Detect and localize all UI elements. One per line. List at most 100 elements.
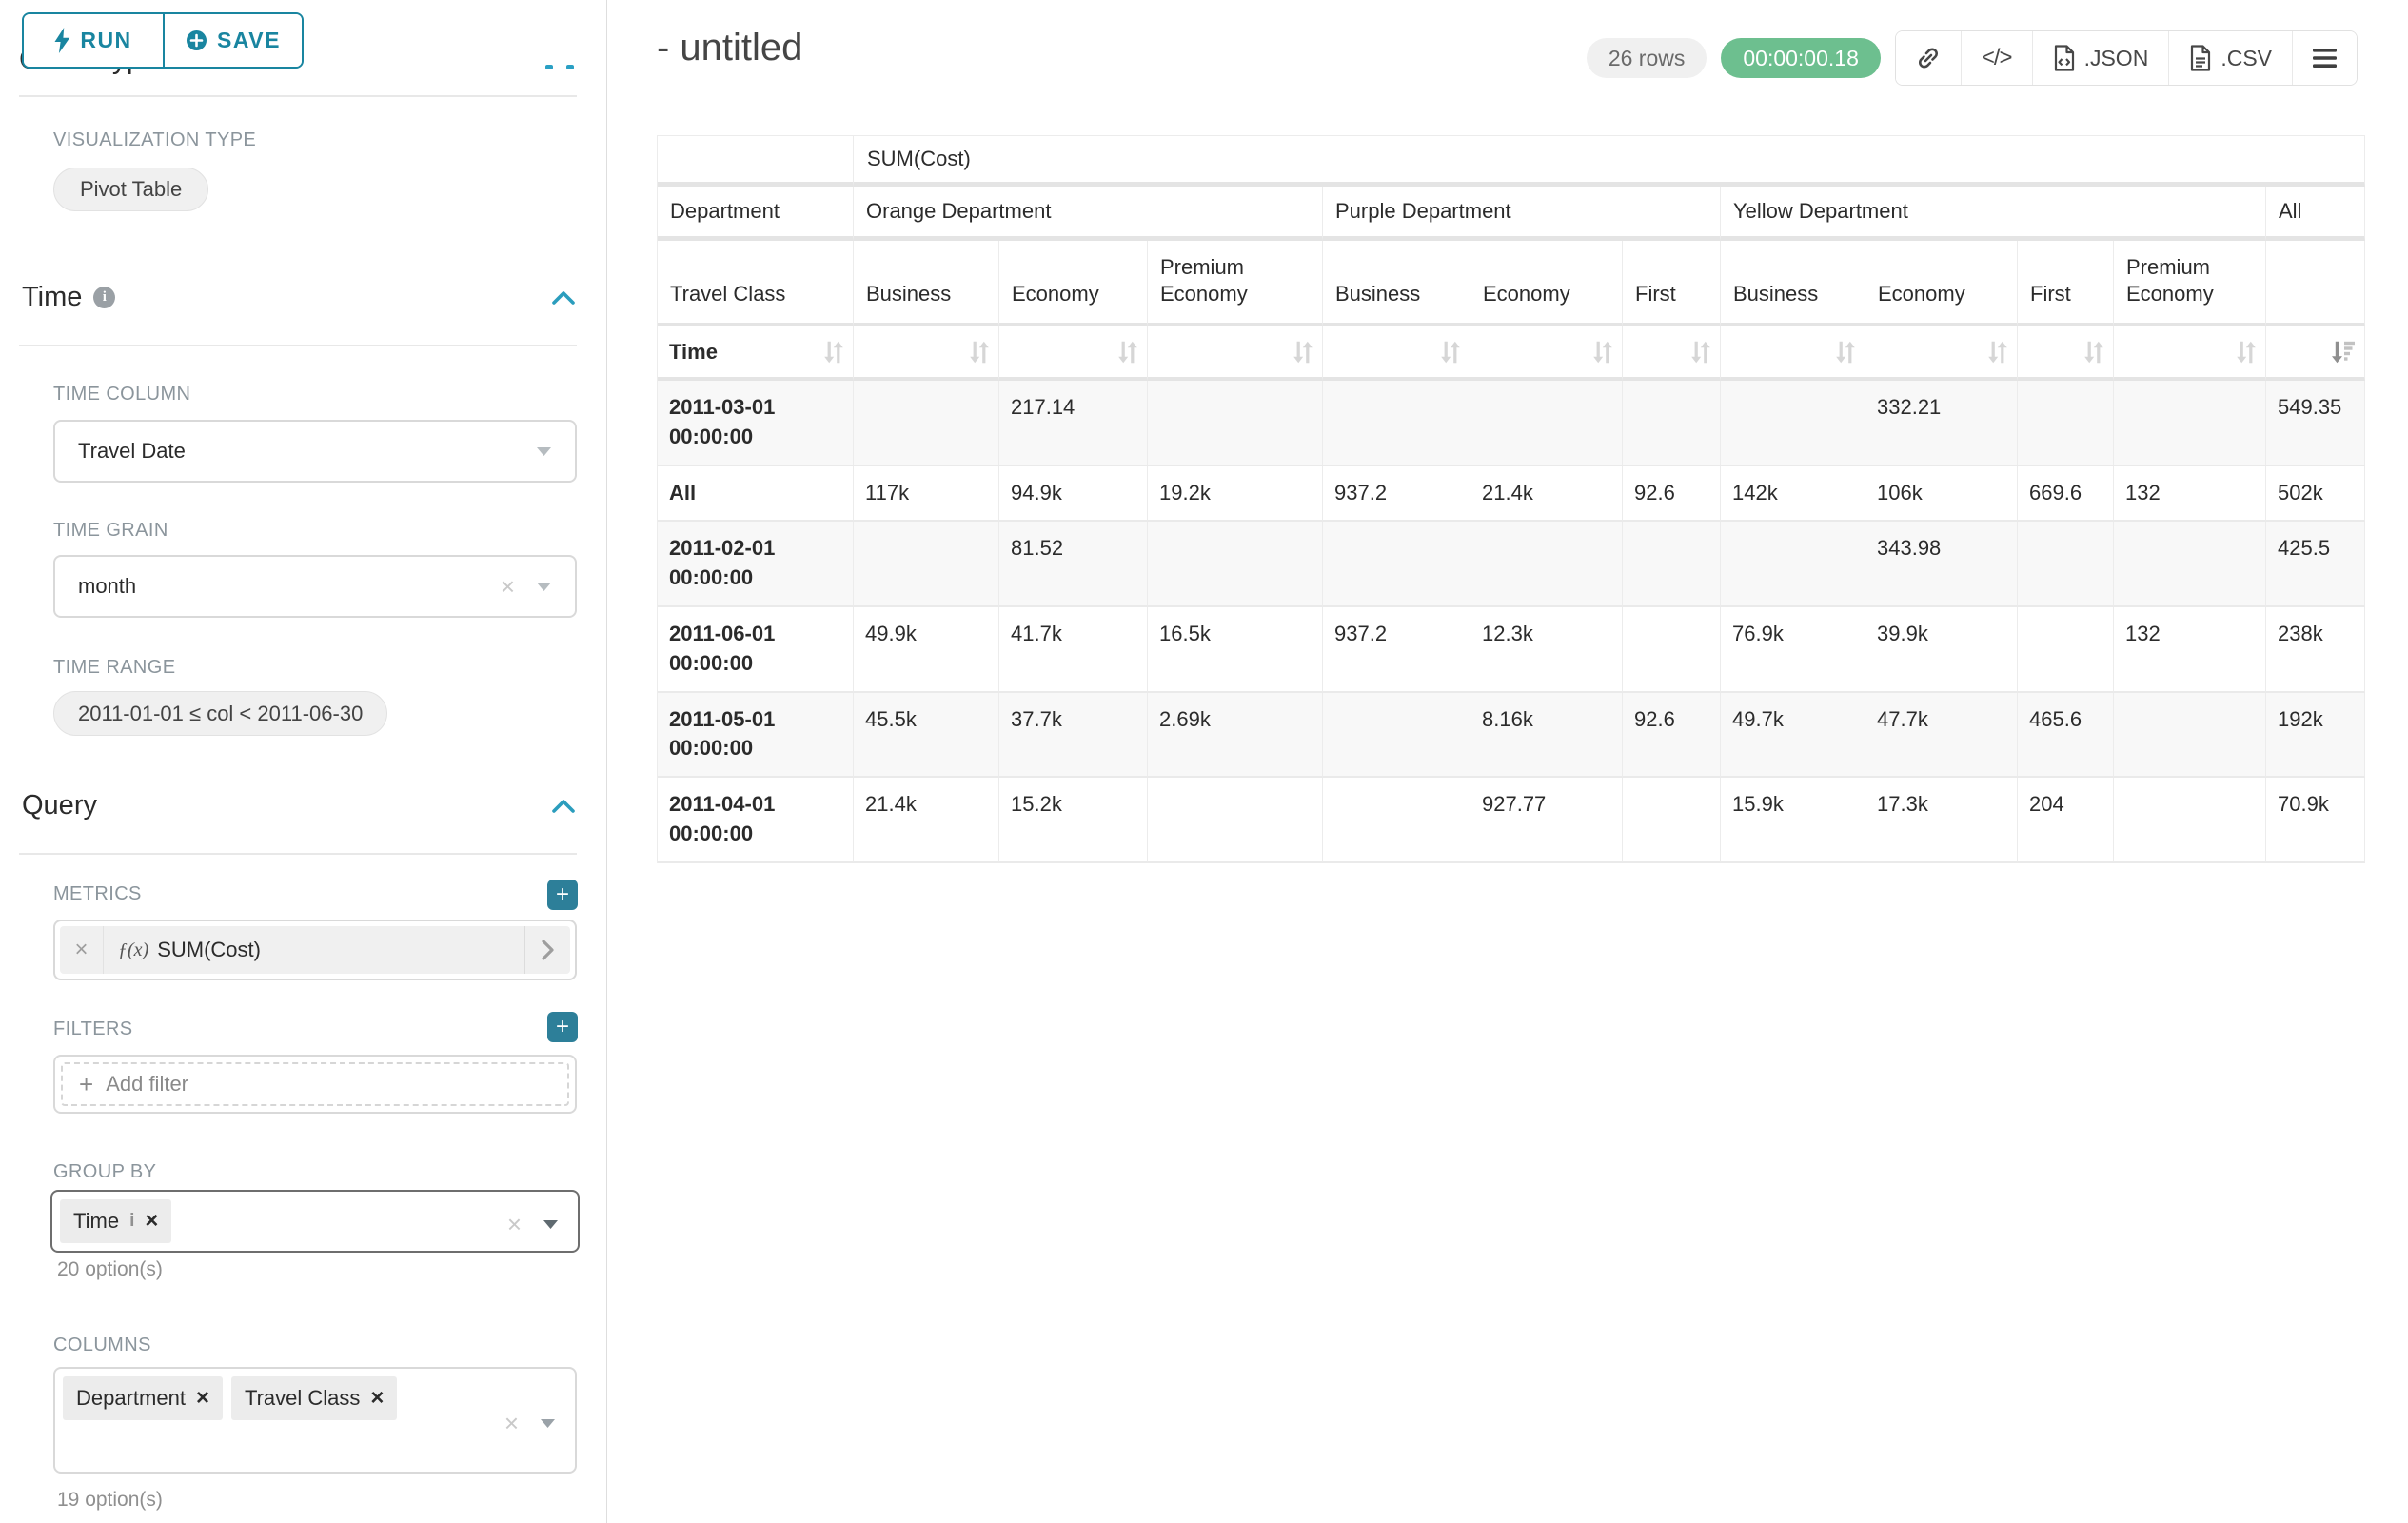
travel-class-header: Economy [999, 241, 1148, 326]
add-filter-button[interactable]: + Add filter [61, 1062, 569, 1106]
sort-icon[interactable] [969, 341, 990, 364]
sort-icon[interactable] [1835, 341, 1856, 364]
tag-close-icon[interactable]: × [196, 1387, 209, 1410]
value-cell: 502k [2266, 466, 2365, 523]
time-section-header: Time i [22, 282, 577, 313]
value-cell: 142k [1721, 466, 1865, 523]
pivot-table: SUM(Cost)DepartmentOrange DepartmentPurp… [657, 135, 2365, 863]
tag-close-icon[interactable]: × [145, 1210, 158, 1233]
time-column-label: TIME COLUMN [53, 384, 190, 405]
value-cell: 937.2 [1323, 607, 1470, 693]
table-row: 2011-03-01 00:00:00217.14332.21549.35 [658, 381, 2365, 466]
add-metric-button[interactable]: + [547, 880, 578, 910]
chart-title[interactable]: - untitled [657, 27, 802, 69]
travel-class-header: Business [1721, 241, 1865, 326]
travel-class-header [2266, 241, 2365, 326]
export-csv-button[interactable]: .CSV [2168, 31, 2292, 85]
value-cell [2114, 522, 2266, 607]
columns-options-count: 19 option(s) [57, 1489, 163, 1512]
sort-icon[interactable] [1293, 341, 1313, 364]
value-cell [2114, 778, 2266, 863]
time-range-pill[interactable]: 2011-01-01 ≤ col < 2011-06-30 [53, 691, 387, 736]
value-cell [2018, 522, 2114, 607]
add-filter-plus-button[interactable]: + [547, 1012, 578, 1042]
value-cell [1148, 522, 1323, 607]
value-cell: 937.2 [1323, 466, 1470, 523]
link-icon [1916, 46, 1941, 70]
collapse-chevron-icon[interactable] [550, 798, 577, 814]
value-cell [2114, 693, 2266, 779]
travel-class-row-header: Travel Class [658, 241, 854, 326]
value-cell [1148, 778, 1323, 863]
value-cell [1323, 693, 1470, 779]
travel-class-header: First [2018, 241, 2114, 326]
value-cell: 117k [854, 466, 999, 523]
metrics-label: METRICS [53, 883, 142, 905]
panel-drag-handle[interactable] [545, 65, 574, 69]
sort-icon[interactable] [1592, 341, 1613, 364]
sort-cell [854, 326, 999, 381]
metric-pill[interactable]: × ƒ(x) SUM(Cost) [60, 926, 570, 974]
run-button[interactable]: RUN [24, 14, 163, 67]
hamburger-menu-icon [2313, 49, 2337, 68]
collapse-chevron-icon[interactable] [550, 289, 577, 306]
travel-class-header: Economy [1865, 241, 2018, 326]
info-icon: i [93, 287, 115, 308]
tag-info-icon[interactable]: i [129, 1211, 134, 1232]
clear-icon[interactable]: × [507, 1212, 522, 1236]
clear-icon[interactable]: × [501, 574, 515, 599]
menu-button[interactable] [2292, 31, 2357, 85]
row-label-cell: 2011-05-01 00:00:00 [658, 693, 854, 779]
save-button[interactable]: SAVE [163, 14, 302, 67]
value-cell: 332.21 [1865, 381, 2018, 466]
time-column-select[interactable]: Travel Date [53, 420, 577, 483]
row-count-badge: 26 rows [1587, 38, 1707, 78]
value-cell: 192k [2266, 693, 2365, 779]
value-cell: 47.7k [1865, 693, 2018, 779]
filters-label: FILTERS [53, 1019, 133, 1040]
remove-metric-icon[interactable]: × [60, 926, 104, 974]
table-row: All117k94.9k19.2k937.221.4k92.6142k106k6… [658, 466, 2365, 523]
value-cell: 49.7k [1721, 693, 1865, 779]
clear-icon[interactable]: × [504, 1411, 519, 1435]
value-cell [1323, 522, 1470, 607]
embed-code-button[interactable]: </> [1961, 31, 2032, 85]
sort-cell [1623, 326, 1721, 381]
value-cell [1323, 381, 1470, 466]
value-cell: 2.69k [1148, 693, 1323, 779]
export-json-button[interactable]: .JSON [2032, 31, 2169, 85]
sort-icon[interactable] [823, 341, 844, 364]
value-cell: 37.7k [999, 693, 1148, 779]
control-panel-sidebar: Chart Type RUN SAVE VISUALIZATION TYPE P… [0, 0, 607, 1523]
sort-icon[interactable] [1440, 341, 1461, 364]
chevron-right-icon[interactable] [524, 926, 570, 974]
value-cell: 41.7k [999, 607, 1148, 693]
columns-select[interactable]: Department × Travel Class × × [53, 1367, 577, 1474]
table-row: 2011-05-01 00:00:0045.5k37.7k2.69k8.16k9… [658, 693, 2365, 779]
sort-icon[interactable] [1690, 341, 1711, 364]
time-range-label: TIME RANGE [53, 657, 175, 679]
department-group-header: Purple Department [1323, 187, 1721, 241]
value-cell [2018, 381, 2114, 466]
groupby-label: GROUP BY [53, 1161, 156, 1183]
time-grain-select[interactable]: month × [53, 555, 577, 618]
sort-cell [2114, 326, 2266, 381]
value-cell: 92.6 [1623, 693, 1721, 779]
sort-icon[interactable] [1987, 341, 2008, 364]
table-row: 2011-04-01 00:00:0021.4k15.2k927.7715.9k… [658, 778, 2365, 863]
chevron-down-icon [536, 446, 552, 457]
groupby-tag-time: Time i × [60, 1199, 171, 1243]
value-cell [2114, 381, 2266, 466]
metric-control: × ƒ(x) SUM(Cost) [53, 920, 577, 980]
sort-icon[interactable] [2236, 341, 2257, 364]
groupby-select[interactable]: Time i × × [50, 1190, 580, 1253]
sort-icon[interactable] [1117, 341, 1138, 364]
tag-close-icon[interactable]: × [370, 1387, 384, 1410]
query-timer-badge: 00:00:00.18 [1721, 38, 1881, 78]
sort-desc-icon[interactable] [2330, 341, 2356, 364]
sort-icon[interactable] [2083, 341, 2104, 364]
sort-cell [1148, 326, 1323, 381]
visualization-type-pill[interactable]: Pivot Table [53, 168, 208, 211]
value-cell: 76.9k [1721, 607, 1865, 693]
share-link-button[interactable] [1896, 31, 1961, 85]
